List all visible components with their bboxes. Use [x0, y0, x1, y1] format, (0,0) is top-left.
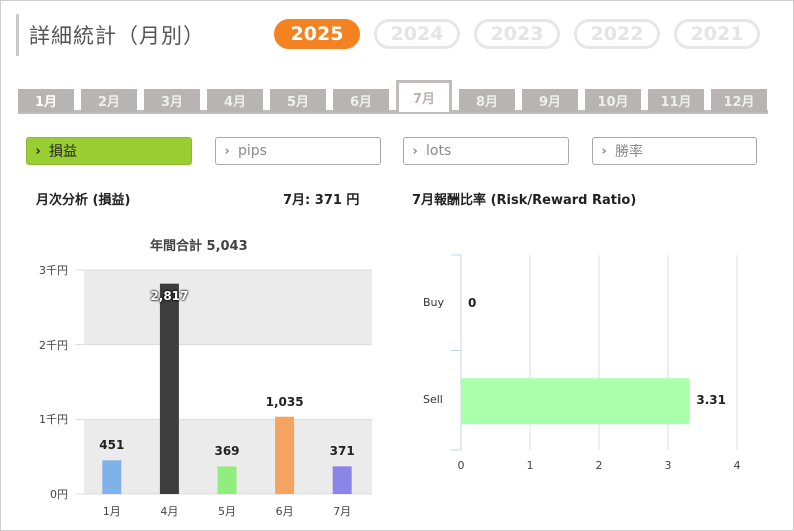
- tab-month-4[interactable]: 4月: [207, 89, 263, 112]
- title-block: 詳細統計（月別）: [16, 14, 205, 56]
- chevron-right-icon: ›: [35, 143, 41, 159]
- metric-label: 損益: [49, 144, 77, 160]
- right-panel-heading: 7月報酬比率 (Risk/Reward Ratio): [412, 193, 637, 208]
- month-tabs: 1月 2月 3月 4月 5月 6月 7月 8月 9月 10月 11月 12月: [18, 80, 768, 114]
- month-summary: 7月: 371 円: [283, 193, 360, 208]
- metric-label: lots: [426, 143, 452, 159]
- tab-month-1[interactable]: 1月: [18, 89, 74, 112]
- page-title: 詳細統計（月別）: [29, 24, 205, 48]
- tab-month-6[interactable]: 6月: [333, 89, 389, 112]
- tab-month-3[interactable]: 3月: [144, 89, 200, 112]
- tab-month-8[interactable]: 8月: [459, 89, 515, 112]
- metric-button-3[interactable]: › lots: [403, 137, 569, 165]
- metric-button-4[interactable]: › 勝率: [592, 137, 757, 165]
- metric-label: pips: [238, 143, 267, 159]
- tab-month-10[interactable]: 10月: [585, 89, 641, 112]
- year-selector: 2025 2024 2023 2022 2021: [274, 19, 760, 49]
- chevron-right-icon: ›: [224, 143, 230, 159]
- chevron-right-icon: ›: [601, 143, 607, 159]
- metric-button-1[interactable]: › 損益: [26, 137, 192, 165]
- tab-month-11[interactable]: 11月: [648, 89, 704, 112]
- tab-month-7[interactable]: 7月: [396, 80, 452, 112]
- tab-month-5[interactable]: 5月: [270, 89, 326, 112]
- metric-label: 勝率: [615, 144, 643, 160]
- year-pill-2023[interactable]: 2023: [474, 19, 560, 49]
- year-pill-2024[interactable]: 2024: [374, 19, 460, 49]
- year-pill-2025[interactable]: 2025: [274, 19, 360, 49]
- year-pill-2021[interactable]: 2021: [674, 19, 760, 49]
- tab-month-12[interactable]: 12月: [711, 89, 767, 112]
- year-pill-2022[interactable]: 2022: [574, 19, 660, 49]
- tab-month-9[interactable]: 9月: [522, 89, 578, 112]
- chevron-right-icon: ›: [412, 143, 418, 159]
- left-panel-heading: 月次分析 (損益): [36, 193, 131, 208]
- metric-button-2[interactable]: › pips: [215, 137, 381, 165]
- tab-month-2[interactable]: 2月: [81, 89, 137, 112]
